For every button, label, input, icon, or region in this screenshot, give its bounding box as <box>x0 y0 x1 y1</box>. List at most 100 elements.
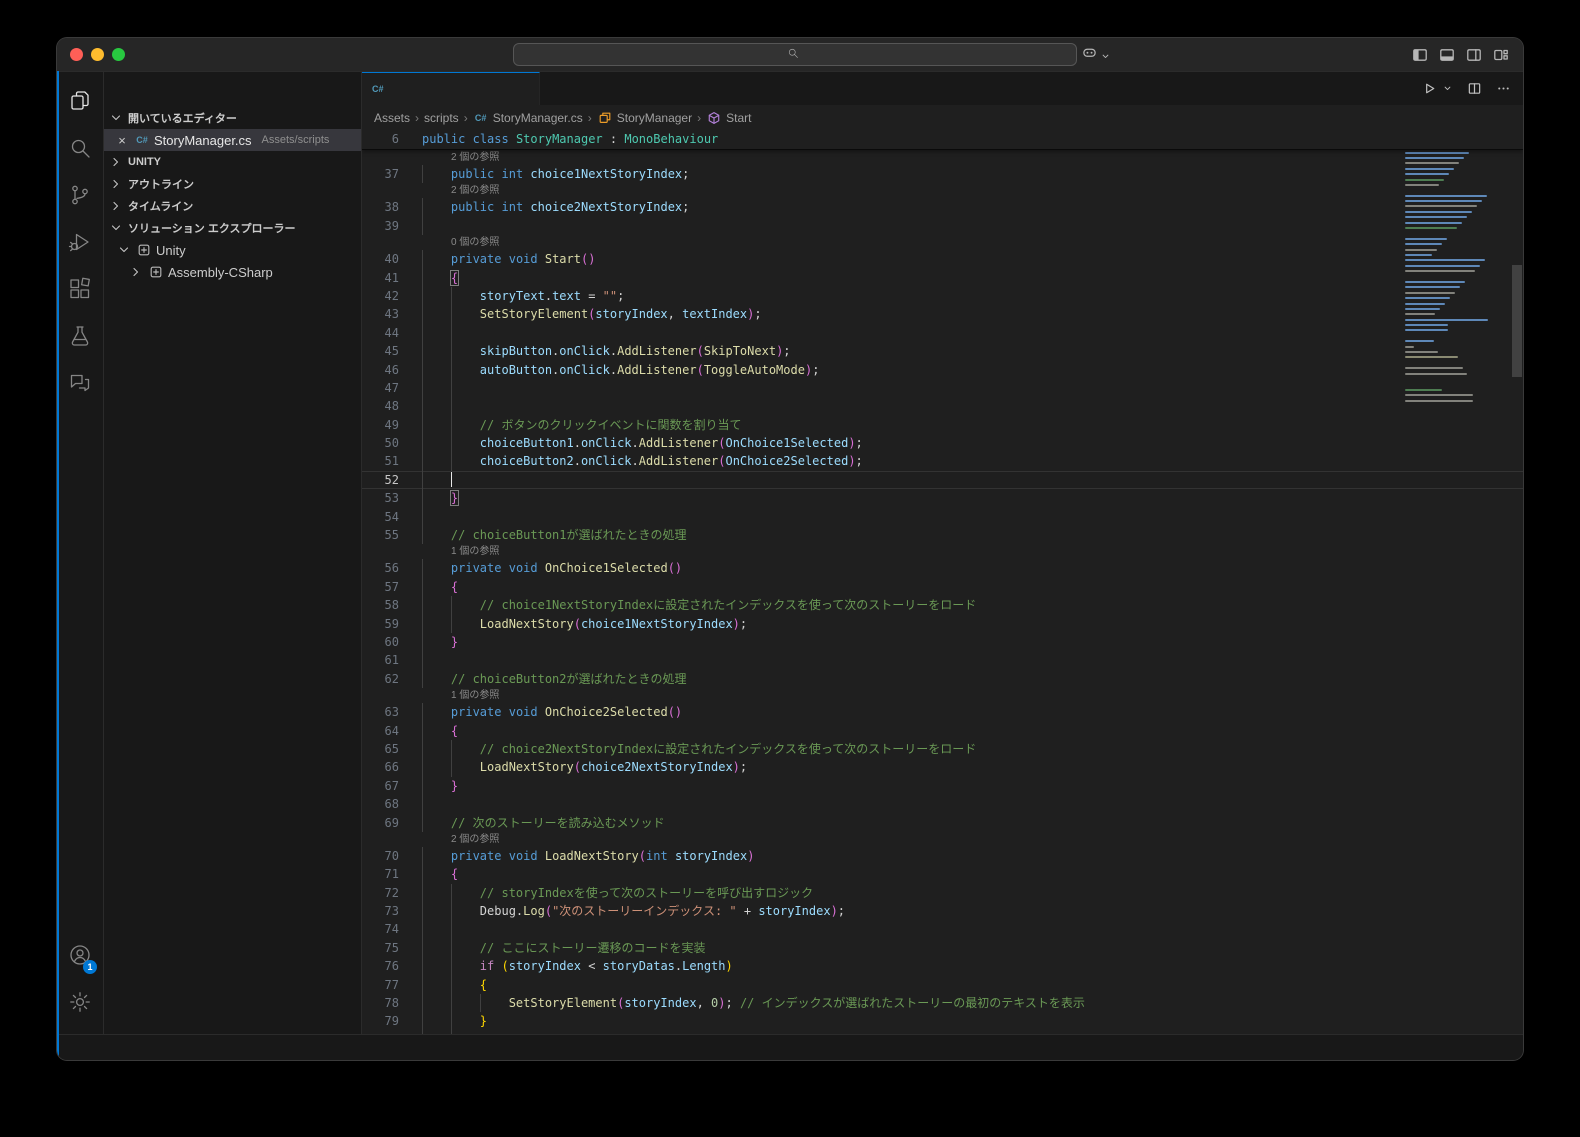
line-number[interactable]: 44 <box>362 324 399 342</box>
sidebar-section-タイムライン[interactable]: タイムライン <box>104 195 361 217</box>
line-number[interactable]: 38 <box>362 198 399 216</box>
close-window-button[interactable] <box>70 48 83 61</box>
line-number[interactable]: 57 <box>362 578 399 596</box>
code-line-44[interactable]: 44 <box>362 324 1523 342</box>
codelens-reference[interactable]: 2 個の参照 <box>362 183 1523 198</box>
scrollbar-thumb[interactable] <box>1512 265 1522 377</box>
zoom-window-button[interactable] <box>112 48 125 61</box>
line-number[interactable]: 66 <box>362 758 399 776</box>
code-line-76[interactable]: 76 if (storyIndex < storyDatas.Length) <box>362 957 1523 975</box>
code-line-46[interactable]: 46 autoButton.onClick.AddListener(Toggle… <box>362 361 1523 379</box>
line-number[interactable]: 61 <box>362 651 399 669</box>
code-line-74[interactable]: 74 <box>362 920 1523 938</box>
code-line-47[interactable]: 47 <box>362 379 1523 397</box>
breadcrumb-item-scripts[interactable]: scripts <box>424 111 459 125</box>
line-number[interactable]: 53 <box>362 489 399 507</box>
minimap[interactable] <box>1397 130 1511 1034</box>
codelens-reference[interactable]: 0 個の参照 <box>362 235 1523 250</box>
line-number[interactable]: 58 <box>362 596 399 614</box>
toggle-primary-sidebar-button[interactable] <box>1412 47 1428 63</box>
toggle-panel-button[interactable] <box>1439 47 1455 63</box>
sidebar-section-開いているエディター[interactable]: 開いているエディター <box>104 107 361 129</box>
line-number[interactable]: 41 <box>362 269 399 287</box>
line-number[interactable]: 70 <box>362 847 399 865</box>
line-number[interactable]: 65 <box>362 740 399 758</box>
line-number[interactable]: 39 <box>362 217 399 235</box>
line-number[interactable]: 45 <box>362 342 399 360</box>
line-number[interactable]: 79 <box>362 1012 399 1030</box>
code-line-49[interactable]: 49 // ボタンのクリックイベントに関数を割り当て <box>362 416 1523 434</box>
line-number[interactable]: 47 <box>362 379 399 397</box>
breadcrumb-item-Assets[interactable]: Assets <box>374 111 410 125</box>
breadcrumb-item-Start[interactable]: Start <box>706 110 751 126</box>
sidebar-section-UNITY[interactable]: UNITY <box>104 151 361 173</box>
code-line-72[interactable]: 72 // storyIndexを使って次のストーリーを呼び出すロジック <box>362 884 1523 902</box>
codelens-reference[interactable]: 1 個の参照 <box>362 688 1523 703</box>
line-number[interactable]: 69 <box>362 814 399 832</box>
line-number[interactable]: 74 <box>362 920 399 938</box>
activity-bar-comments[interactable] <box>57 362 103 409</box>
code-line-42[interactable]: 42 storyText.text = ""; <box>362 287 1523 305</box>
code-line-45[interactable]: 45 skipButton.onClick.AddListener(SkipTo… <box>362 342 1523 360</box>
line-number[interactable]: 50 <box>362 434 399 452</box>
code-line-53[interactable]: 53 } <box>362 489 1523 507</box>
code-line-75[interactable]: 75 // ここにストーリー遷移のコードを実装 <box>362 939 1523 957</box>
code-line-50[interactable]: 50 choiceButton1.onClick.AddListener(OnC… <box>362 434 1523 452</box>
line-number[interactable]: 73 <box>362 902 399 920</box>
tab-storymanager[interactable]: C# <box>362 72 540 105</box>
command-center-search[interactable] <box>513 43 1077 66</box>
run-dropdown-chevron-icon[interactable] <box>1451 83 1453 94</box>
line-number[interactable]: 60 <box>362 633 399 651</box>
line-number[interactable]: 59 <box>362 615 399 633</box>
line-number[interactable]: 42 <box>362 287 399 305</box>
line-number[interactable]: 56 <box>362 559 399 577</box>
code-line-61[interactable]: 61 <box>362 651 1523 669</box>
line-number[interactable]: 77 <box>362 976 399 994</box>
code-line-64[interactable]: 64 { <box>362 722 1523 740</box>
code-line-58[interactable]: 58 // choice1NextStoryIndexに設定されたインデックスを… <box>362 596 1523 614</box>
code-line-68[interactable]: 68 <box>362 795 1523 813</box>
breadcrumb-item-StoryManager.cs[interactable]: C#StoryManager.cs <box>473 110 583 126</box>
code-line-62[interactable]: 62 // choiceButton2が選ばれたときの処理 <box>362 670 1523 688</box>
minimize-window-button[interactable] <box>91 48 104 61</box>
sticky-scroll-line[interactable]: 6public class StoryManager : MonoBehavio… <box>362 130 1523 150</box>
sidebar-section-ソリューション エクスプローラー[interactable]: ソリューション エクスプローラー <box>104 217 361 239</box>
copilot-menu[interactable] <box>1082 45 1111 65</box>
activity-bar-source-control[interactable] <box>57 174 103 221</box>
line-number[interactable]: 76 <box>362 957 399 975</box>
code-line-43[interactable]: 43 SetStoryElement(storyIndex, textIndex… <box>362 305 1523 323</box>
line-number[interactable]: 62 <box>362 670 399 688</box>
activity-bar-run-debug[interactable] <box>57 221 103 268</box>
code-line-59[interactable]: 59 LoadNextStory(choice1NextStoryIndex); <box>362 615 1523 633</box>
codelens-reference[interactable]: 2 個の参照 <box>362 832 1523 847</box>
tree-item-Assembly-CSharp[interactable]: Assembly-CSharp <box>104 261 361 283</box>
code-line-38[interactable]: 38 public int choice2NextStoryIndex; <box>362 198 1523 216</box>
line-number[interactable]: 51 <box>362 452 399 470</box>
code-line-77[interactable]: 77 { <box>362 976 1523 994</box>
close-editor-icon[interactable]: × <box>114 133 130 148</box>
sidebar-section-アウトライン[interactable]: アウトライン <box>104 173 361 195</box>
code-line-79[interactable]: 79 } <box>362 1012 1523 1030</box>
customize-layout-button[interactable] <box>1493 47 1509 63</box>
code-line-60[interactable]: 60 } <box>362 633 1523 651</box>
line-number[interactable]: 52 <box>362 471 399 489</box>
code-line-80[interactable]: 80 else <box>362 1031 1523 1034</box>
line-number[interactable]: 48 <box>362 397 399 415</box>
line-number[interactable]: 71 <box>362 865 399 883</box>
line-number[interactable]: 46 <box>362 361 399 379</box>
line-number[interactable]: 68 <box>362 795 399 813</box>
line-number[interactable]: 54 <box>362 508 399 526</box>
open-editor-item[interactable]: ×C#StoryManager.csAssets/scripts <box>104 129 361 151</box>
activity-bar-testing[interactable] <box>57 315 103 362</box>
code-line-52[interactable]: 52 <box>362 471 1523 489</box>
line-number[interactable]: 43 <box>362 305 399 323</box>
code-line-54[interactable]: 54 <box>362 508 1523 526</box>
code-line-66[interactable]: 66 LoadNextStory(choice2NextStoryIndex); <box>362 758 1523 776</box>
activity-bar-explorer[interactable] <box>57 80 103 127</box>
activity-bar-extensions[interactable] <box>57 268 103 315</box>
editor-more-actions-button[interactable] <box>1496 81 1511 96</box>
run-button[interactable] <box>1422 81 1437 96</box>
line-number[interactable]: 49 <box>362 416 399 434</box>
code-line-40[interactable]: 40 private void Start() <box>362 250 1523 268</box>
breadcrumb-item-StoryManager[interactable]: StoryManager <box>597 110 692 126</box>
